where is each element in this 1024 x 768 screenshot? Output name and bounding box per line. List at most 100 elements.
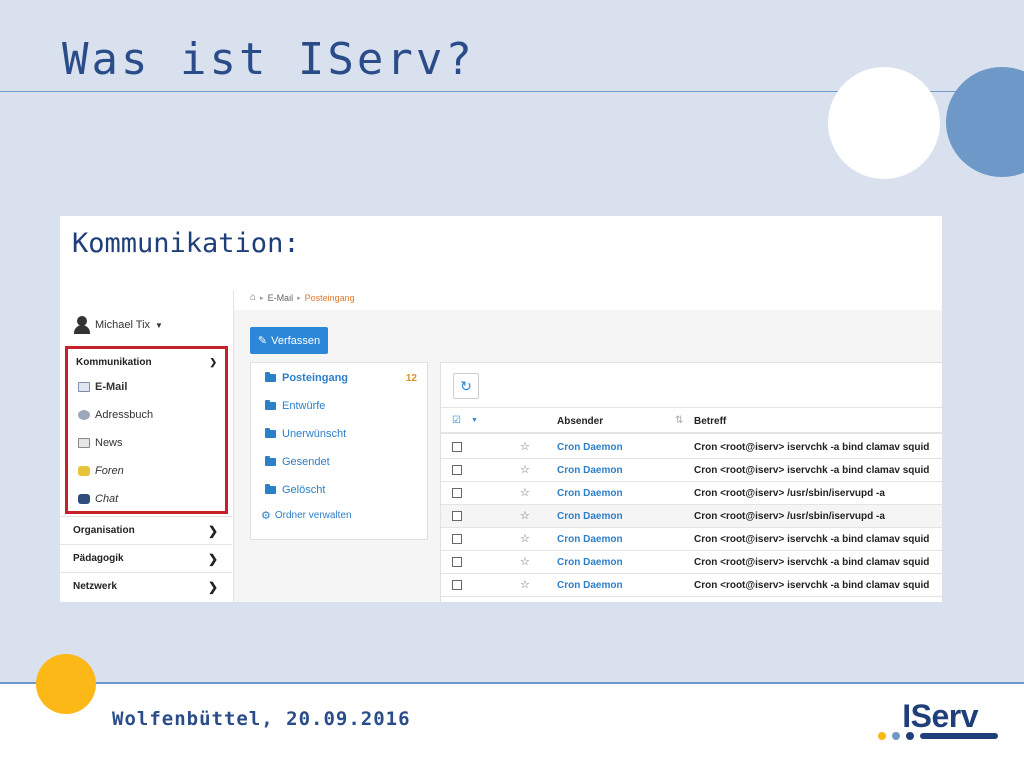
row-checkbox[interactable] (452, 557, 462, 567)
folder-entwuerfe[interactable]: Entwürfe (265, 400, 325, 412)
iserv-screenshot: Kommunikation: ⌂ ▸ E-Mail ▸ Posteingang … (60, 216, 942, 602)
sidebar-item-label: E-Mail (95, 381, 128, 393)
row-checkbox[interactable] (452, 511, 462, 521)
star-icon[interactable]: ☆ (520, 578, 530, 591)
table-row[interactable]: ☆ Cron Daemon Cron <root@iserv> /usr/sbi… (441, 505, 942, 528)
logo-dot-blue (892, 732, 900, 740)
sidebar-item-email[interactable]: E-Mail (78, 381, 127, 393)
mail-sender: Cron Daemon (557, 442, 623, 453)
manage-folders-label: Ordner verwalten (274, 510, 352, 521)
envelope-icon (78, 382, 90, 392)
manage-folders-link[interactable]: ⚙ Ordner verwalten (261, 509, 352, 522)
mail-subject: Cron <root@iserv> iservchk -a bind clama… (694, 534, 930, 545)
row-checkbox[interactable] (452, 534, 462, 544)
forum-icon (78, 466, 90, 476)
pencil-icon: ✎ (257, 335, 268, 347)
mail-list-header: ☑ ▼ Absender ⇅ Betreff (441, 407, 942, 434)
sidebar-group-label: Netzwerk (73, 581, 117, 592)
address-book-icon (78, 410, 90, 420)
sidebar-group-kommunikation[interactable]: Kommunikation ❯ (76, 357, 217, 368)
mail-list-panel: ↻ ☑ ▼ Absender ⇅ Betreff ☆ Cron Daemon C… (440, 362, 942, 602)
logo-dot-navy (906, 732, 914, 740)
sidebar-item-label: Adressbuch (95, 409, 154, 421)
folder-label: Posteingang (282, 372, 349, 384)
mail-sender: Cron Daemon (557, 580, 623, 591)
mail-sender: Cron Daemon (557, 534, 623, 545)
caret-down-icon: ▼ (155, 320, 163, 330)
chevron-right-icon: ▸ (297, 294, 301, 302)
table-row[interactable]: ☆ Cron Daemon Cron <root@iserv> iservchk… (441, 459, 942, 482)
folder-posteingang[interactable]: Posteingang (265, 372, 348, 384)
mail-subject: Cron <root@iserv> iservchk -a bind clama… (694, 442, 930, 453)
breadcrumb-inbox: Posteingang (304, 292, 355, 303)
chevron-down-icon: ❯ (209, 357, 217, 367)
mail-sender: Cron Daemon (557, 511, 623, 522)
table-row[interactable]: ☆ Cron Daemon Cron <root@iserv> iservchk… (441, 574, 942, 597)
folder-label: Gelöscht (282, 484, 326, 496)
chevron-right-icon: ▸ (260, 294, 264, 302)
folder-icon (265, 456, 276, 466)
mail-subject: Cron <root@iserv> iservchk -a bind clama… (694, 465, 930, 476)
folder-label: Unerwünscht (282, 428, 347, 440)
folder-icon (265, 484, 276, 494)
mail-subject: Cron <root@iserv> iservchk -a bind clama… (694, 580, 930, 591)
table-row[interactable]: ☆ Cron Daemon Cron <root@iserv> /usr/sbi… (441, 482, 942, 505)
mail-subject: Cron <root@iserv> /usr/sbin/iservupd -a (694, 511, 885, 522)
sidebar-group-label: Pädagogik (73, 553, 124, 564)
star-icon[interactable]: ☆ (520, 509, 530, 522)
sidebar-item-foren[interactable]: Foren (78, 465, 124, 477)
chevron-right-icon: ❯ (207, 579, 218, 594)
row-checkbox[interactable] (452, 580, 462, 590)
star-icon[interactable]: ☆ (520, 532, 530, 545)
column-header-sender[interactable]: Absender (557, 416, 603, 427)
row-checkbox[interactable] (452, 442, 462, 452)
sidebar-item-label: News (95, 437, 123, 449)
star-icon[interactable]: ☆ (520, 486, 530, 499)
table-row[interactable]: ☆ Cron Daemon Cron <root@iserv> iservchk… (441, 528, 942, 551)
chat-icon (78, 494, 90, 504)
table-row[interactable]: ☆ Cron Daemon Cron <root@iserv> iservchk… (441, 436, 942, 459)
breadcrumb: ⌂ ▸ E-Mail ▸ Posteingang (250, 292, 355, 303)
home-icon[interactable]: ⌂ (250, 292, 256, 303)
logo-dot-yellow (878, 732, 886, 740)
table-row[interactable]: ☆ Cron Daemon Cron <root@iserv> iservchk… (441, 551, 942, 574)
column-header-subject[interactable]: Betreff (694, 416, 726, 427)
section-heading: Kommunikation: (72, 228, 300, 259)
logo-bar (920, 733, 998, 739)
select-all-checkbox-icon[interactable]: ☑ (452, 415, 461, 426)
sidebar-group-organisation[interactable]: Organisation ❯ (60, 516, 232, 544)
folder-icon (265, 428, 276, 438)
star-icon[interactable]: ☆ (520, 440, 530, 453)
folder-icon (265, 400, 276, 410)
folder-unerwuenscht[interactable]: Unerwünscht (265, 428, 346, 440)
caret-down-icon[interactable]: ▼ (471, 417, 478, 424)
sidebar-group-paedagogik[interactable]: Pädagogik ❯ (60, 544, 232, 572)
row-checkbox[interactable] (452, 488, 462, 498)
folder-label: Entwürfe (282, 400, 326, 412)
user-name: Michael Tix (95, 319, 151, 331)
refresh-icon: ↻ (460, 377, 472, 394)
folder-gesendet[interactable]: Gesendet (265, 456, 330, 468)
mail-sender: Cron Daemon (557, 465, 623, 476)
news-icon (78, 438, 90, 448)
mail-subject: Cron <root@iserv> /usr/sbin/iservupd -a (694, 488, 885, 499)
star-icon[interactable]: ☆ (520, 555, 530, 568)
folder-geloescht[interactable]: Gelöscht (265, 484, 325, 496)
sidebar-group-label: Kommunikation (76, 357, 152, 368)
sidebar-item-chat[interactable]: Chat (78, 493, 118, 505)
sidebar-group-netzwerk[interactable]: Netzwerk ❯ (60, 572, 232, 600)
user-icon (74, 316, 90, 334)
sidebar-item-news[interactable]: News (78, 437, 123, 449)
star-icon[interactable]: ☆ (520, 463, 530, 476)
user-menu[interactable]: Michael Tix ▼ (74, 316, 163, 334)
sidebar-item-adressbuch[interactable]: Adressbuch (78, 409, 153, 421)
chevron-right-icon: ❯ (207, 551, 218, 566)
sort-icon[interactable]: ⇅ (675, 415, 683, 426)
refresh-button[interactable]: ↻ (453, 373, 479, 399)
compose-button[interactable]: ✎ Verfassen (250, 327, 328, 354)
unread-count-badge: 12 (405, 373, 417, 384)
row-checkbox[interactable] (452, 465, 462, 475)
chevron-right-icon: ❯ (207, 523, 218, 538)
breadcrumb-email[interactable]: E-Mail (268, 293, 294, 303)
gear-icon: ⚙ (261, 510, 271, 522)
